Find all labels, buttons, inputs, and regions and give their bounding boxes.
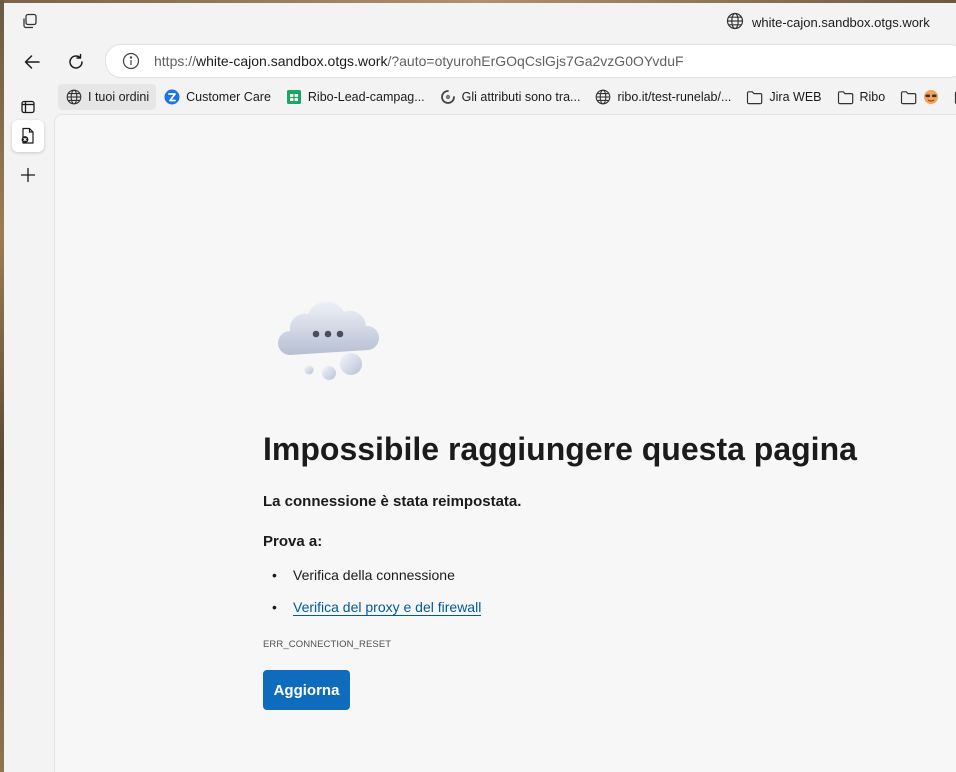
suggestion-item: Verifica del proxy e del firewall	[263, 597, 482, 629]
error-subtitle: La connessione è stata reimpostata.	[263, 493, 522, 510]
arrow-left-icon	[24, 55, 40, 69]
workspaces-icon[interactable]	[21, 12, 39, 30]
tab-actions-button[interactable]	[12, 91, 44, 123]
error-code: ERR_CONNECTION_RESET	[263, 639, 392, 650]
suggestion-item: Verifica della connessione	[263, 565, 481, 597]
site-title-text: white-cajon.sandbox.otgs.work	[752, 15, 930, 30]
folder-icon	[901, 90, 917, 104]
loading-icon	[440, 90, 455, 104]
panel-icon	[21, 100, 35, 114]
vertical-tabs-sidebar	[4, 81, 52, 772]
new-tab-button[interactable]	[12, 159, 44, 191]
proxy-firewall-link[interactable]: Verifica del proxy e del firewall	[293, 599, 482, 616]
bookmark-item[interactable]: Gli attributi sono tra...	[432, 84, 588, 110]
bookmark-item[interactable]: ribo.it/test-runelab/...	[587, 84, 738, 110]
address-bar[interactable]: https://white-cajon.sandbox.otgs.work/?a…	[105, 44, 956, 78]
bookmark-label: Ribo-Lead-campag...	[307, 90, 425, 104]
bookmark-folder[interactable]	[892, 84, 946, 110]
customer-care-icon	[164, 89, 180, 105]
back-button[interactable]	[18, 48, 46, 76]
url-scheme: https://	[154, 53, 197, 69]
globe-icon	[66, 89, 82, 105]
bookmark-folder[interactable]: Ribo	[829, 84, 893, 110]
bookmark-label: Customer Care	[186, 90, 271, 104]
bookmark-folder[interactable]	[946, 84, 956, 110]
suggestions-list: Verifica della connessione Verifica del …	[263, 565, 482, 629]
suggestions-heading: Prova a:	[263, 533, 323, 550]
page-content: Impossibile raggiungere questa pagina La…	[54, 114, 956, 772]
folder-icon	[747, 90, 763, 104]
title-bar: white-cajon.sandbox.otgs.work	[4, 3, 956, 40]
bookmark-label: Jira WEB	[769, 90, 822, 104]
url-host: white-cajon.sandbox.otgs.work	[196, 53, 388, 69]
refresh-button[interactable]	[62, 48, 90, 76]
emoji-icon	[924, 90, 939, 104]
active-tab[interactable]	[12, 120, 44, 152]
sheets-icon	[286, 90, 301, 104]
url-path: /?auto=otyurohErGOqCslGjs7Ga2vzG0OYvduF	[387, 53, 684, 69]
bookmark-item[interactable]: Ribo-Lead-campag...	[278, 84, 432, 110]
bookmark-item[interactable]: Customer Care	[156, 84, 278, 110]
suggestion-text: Verifica della connessione	[293, 567, 455, 583]
error-title: Impossibile raggiungere questa pagina	[263, 431, 857, 467]
bookmark-item[interactable]: I tuoi ordini	[58, 84, 157, 110]
info-icon[interactable]	[122, 52, 140, 70]
bookmark-label: Ribo	[859, 90, 886, 104]
globe-icon	[596, 89, 611, 105]
bookmark-label: ribo.it/test-runelab/...	[617, 90, 732, 104]
reload-button[interactable]: Aggiorna	[263, 670, 350, 710]
globe-icon	[726, 12, 744, 33]
bookmark-label: Gli attributi sono tra...	[461, 90, 581, 104]
error-page-icon	[21, 127, 34, 144]
refresh-icon	[69, 53, 83, 69]
folder-icon	[837, 90, 853, 104]
bookmark-label: I tuoi ordini	[88, 90, 150, 104]
url-text[interactable]: https://white-cajon.sandbox.otgs.work/?a…	[154, 53, 684, 69]
browser-window: white-cajon.sandbox.otgs.work https://wh…	[4, 3, 956, 772]
favorites-bar: I tuoi ordini Customer Care Ribo-Lead-ca…	[58, 84, 956, 110]
cloud-error-icon	[278, 301, 380, 380]
plus-icon	[20, 167, 36, 183]
bookmark-folder[interactable]: Jira WEB	[738, 84, 828, 110]
window-site-title: white-cajon.sandbox.otgs.work	[726, 12, 930, 33]
navigation-bar: https://white-cajon.sandbox.otgs.work/?a…	[4, 41, 956, 81]
